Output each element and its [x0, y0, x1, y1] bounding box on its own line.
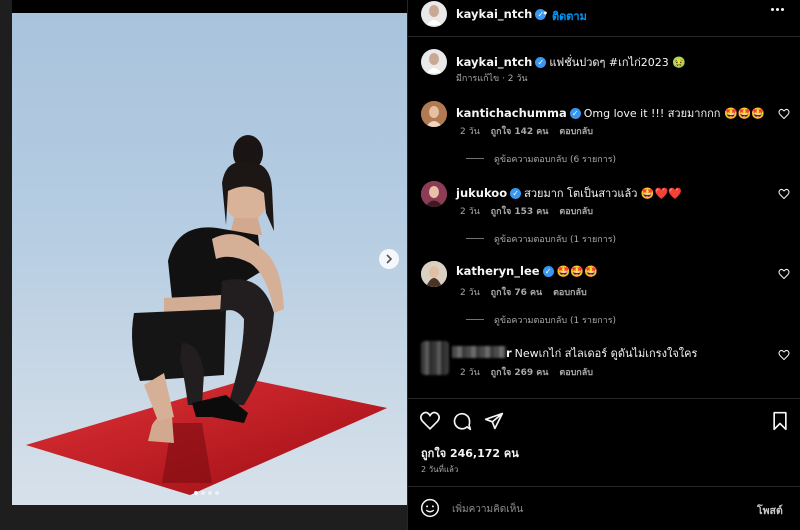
comment-text: Newเกไก่ สไลเดอร์ ดูดันไม่เกรงใจใคร [514, 347, 698, 360]
follow-button[interactable]: ติดตาม [552, 7, 587, 25]
photo-illustration [26, 135, 387, 495]
left-margin [0, 0, 12, 530]
carousel-next-button[interactable] [379, 249, 399, 269]
comment-reply-button[interactable]: ตอบกลับ [559, 207, 593, 217]
comment-time: 2 วัน [460, 288, 480, 298]
comment-username[interactable]: r [506, 346, 512, 360]
comment-line: katheryn_lee ✓ 🤩🤩🤩 [456, 264, 598, 278]
comment-reply-button[interactable]: ตอบกลับ [553, 288, 587, 298]
view-replies-line [466, 158, 484, 159]
verified-badge-icon: ✓ [535, 57, 547, 68]
header-username[interactable]: kaykai_ntch ✓ [456, 7, 547, 21]
verified-badge-icon: ✓ [510, 188, 522, 199]
comment-time: 2 วัน [460, 368, 480, 378]
likes-count[interactable]: ถูกใจ 246,172 คน [421, 444, 519, 462]
comment-time: 2 วัน [460, 127, 480, 137]
comment-username[interactable]: jukukoo [456, 186, 507, 200]
like-heart-icon[interactable] [420, 411, 440, 430]
comment-like-heart-icon[interactable] [778, 268, 790, 280]
header-avatar[interactable] [421, 1, 447, 27]
carousel-dot [201, 491, 205, 495]
comment-meta: 2 วัน ถูกใจ 76 คน ตอบกลับ [460, 285, 587, 299]
post-time[interactable]: 2 วันที่แล้ว [421, 463, 458, 476]
view-replies-line [466, 319, 484, 320]
view-replies-button[interactable]: ดูข้อความตอบกลับ (6 รายการ) [494, 152, 616, 166]
carousel-indicator [194, 491, 219, 495]
comment-likes[interactable]: ถูกใจ 142 คน [491, 127, 549, 137]
caption-username[interactable]: kaykai_ntch [456, 55, 532, 69]
comment-meta: 2 วัน ถูกใจ 153 คน ตอบกลับ [460, 204, 593, 218]
comment-avatar[interactable] [421, 181, 447, 207]
carousel-dot [208, 491, 212, 495]
comment-reply-button[interactable]: ตอบกลับ [559, 127, 593, 137]
blurred-username [452, 346, 506, 358]
comment-username[interactable]: kantichachumma [456, 106, 567, 120]
comment-text: 🤩🤩🤩 [556, 265, 598, 278]
caption-meta: มีการแก้ไข · 2 วัน [456, 74, 528, 84]
view-replies-button[interactable]: ดูข้อความตอบกลับ (1 รายการ) [494, 232, 616, 246]
comment-icon[interactable] [452, 411, 472, 431]
carousel-dot [215, 491, 219, 495]
comment-meta: 2 วัน ถูกใจ 269 คน ตอบกลับ [460, 365, 593, 379]
comment-like-heart-icon[interactable] [778, 188, 790, 200]
comment-likes[interactable]: ถูกใจ 269 คน [491, 368, 549, 378]
comment-avatar[interactable] [421, 101, 447, 127]
comment-likes[interactable]: ถูกใจ 153 คน [491, 207, 549, 217]
comment-line: kantichachumma ✓ Omg love it !!! สวยมากกก … [456, 104, 765, 122]
comment-meta: 2 วัน ถูกใจ 142 คน ตอบกลับ [460, 124, 593, 138]
comment-reply-button[interactable]: ตอบกลับ [559, 368, 593, 378]
verified-badge-icon: ✓ [569, 108, 581, 119]
comment-like-heart-icon[interactable] [778, 108, 790, 120]
more-options-icon[interactable] [771, 8, 784, 11]
comment-text: Omg love it !!! สวยมากกก 🤩🤩🤩 [583, 107, 766, 120]
header-separator: • [542, 7, 549, 20]
actions-divider [408, 398, 800, 399]
emoji-icon[interactable] [420, 498, 440, 518]
comment-time: 2 วัน [460, 207, 480, 217]
caption-text: แฟชั่นปวดๆ #เกไก่2023 🤢 [549, 56, 686, 69]
photo-bottom-margin [0, 505, 408, 530]
comment-avatar[interactable] [421, 261, 447, 287]
comment-line: r Newเกไก่ สไลเดอร์ ดูดันไม่เกรงใจใคร [506, 344, 697, 362]
comment-like-heart-icon[interactable] [778, 349, 790, 361]
verified-badge-icon: ✓ [542, 266, 554, 277]
share-send-icon[interactable] [484, 411, 504, 431]
view-replies-line [466, 238, 484, 239]
comment-input[interactable] [450, 499, 744, 519]
view-replies-button[interactable]: ดูข้อความตอบกลับ (1 รายการ) [494, 313, 616, 327]
blurred-avatar[interactable] [421, 341, 449, 375]
caption-avatar[interactable] [421, 49, 447, 75]
bookmark-icon[interactable] [771, 411, 789, 431]
header-divider [408, 36, 800, 37]
post-comment-button[interactable]: โพสต์ [757, 502, 783, 519]
carousel-dot-active [194, 491, 198, 495]
post-photo [12, 13, 407, 505]
comment-likes[interactable]: ถูกใจ 76 คน [491, 288, 543, 298]
caption-line: kaykai_ntch ✓ แฟชั่นปวดๆ #เกไก่2023 🤢 [456, 53, 686, 71]
comment-box-divider [408, 486, 800, 487]
chevron-right-icon [386, 254, 393, 264]
comment-text: สวยมาก โตเป็นสาวแล้ว 🤩❤️❤️ [524, 187, 683, 200]
comment-username[interactable]: katheryn_lee [456, 264, 540, 278]
comment-line: jukukoo ✓ สวยมาก โตเป็นสาวแล้ว 🤩❤️❤️ [456, 184, 682, 202]
